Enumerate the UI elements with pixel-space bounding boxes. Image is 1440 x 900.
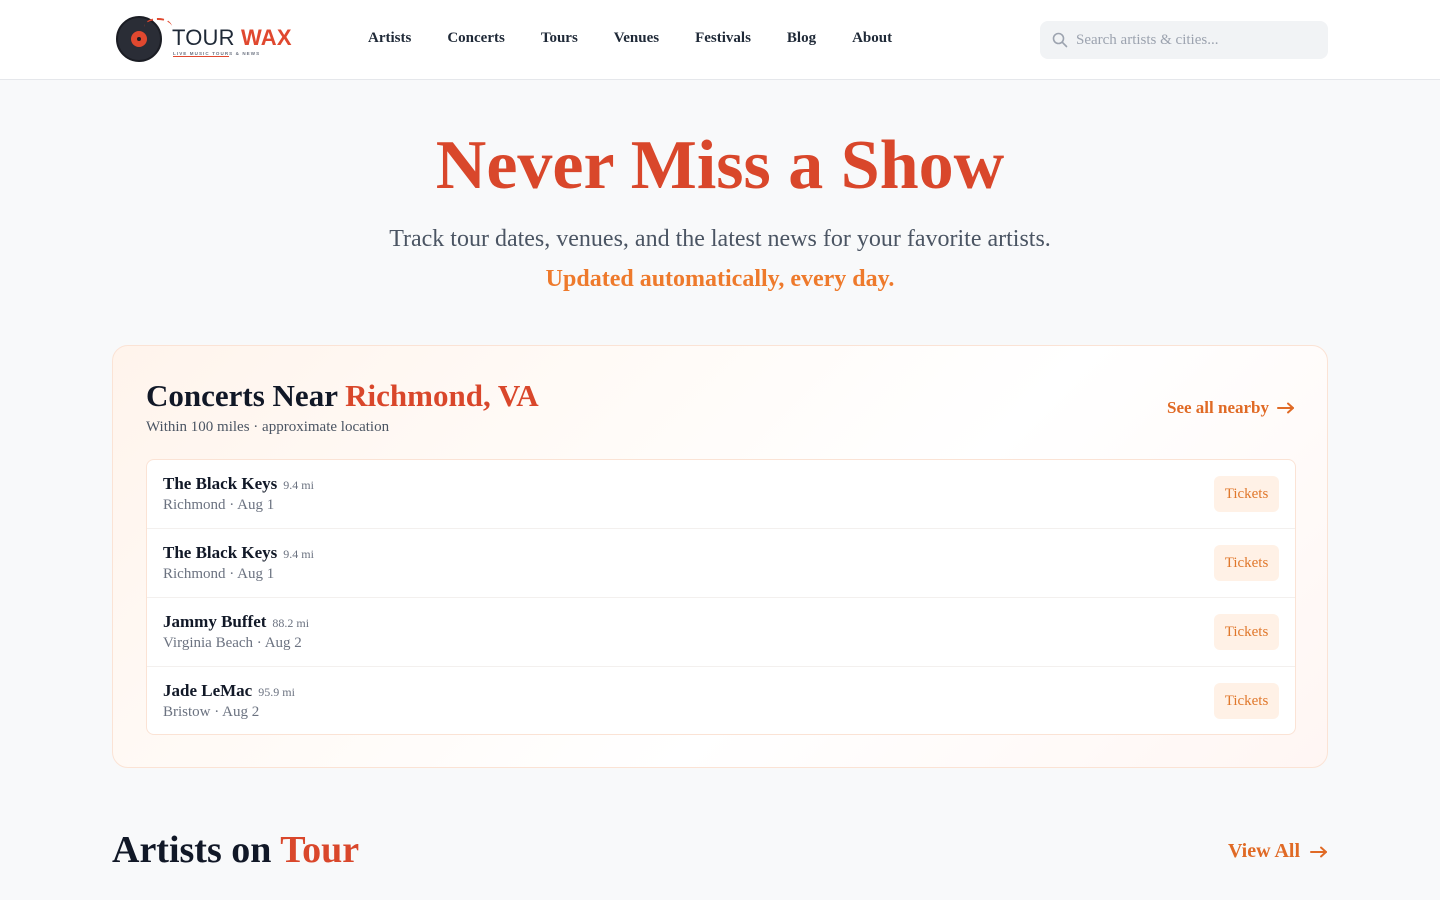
nav-item-tours[interactable]: Tours xyxy=(541,30,578,47)
nav-item-blog[interactable]: Blog xyxy=(787,30,816,47)
artist-name: The Black Keys xyxy=(163,543,278,562)
artists-title-accent: Tour xyxy=(280,829,360,871)
brand-name-part2: WAX xyxy=(241,25,292,50)
search-input[interactable] xyxy=(1076,21,1316,59)
concert-meta: Richmond · Aug 1 xyxy=(163,497,275,513)
search-box xyxy=(1040,21,1328,59)
hero-tagline: Updated automatically, every day. xyxy=(545,266,895,292)
hero-subtitle: Track tour dates, venues, and the latest… xyxy=(389,226,1051,252)
concert-distance: 9.4 mi xyxy=(283,478,314,492)
nav-item-about[interactable]: About xyxy=(852,30,892,47)
artists-on-tour-title: Artists on Tour xyxy=(112,828,359,872)
artist-name: Jade LeMac xyxy=(163,681,253,700)
brand-underline xyxy=(173,56,229,57)
nav-item-festivals[interactable]: Festivals xyxy=(695,30,751,47)
main-nav: Artists Concerts Tours Venues Festivals … xyxy=(368,30,928,47)
nearby-concerts-card: Concerts Near Richmond, VA Within 100 mi… xyxy=(112,345,1328,768)
view-all-artists-link[interactable]: View All xyxy=(1228,840,1328,863)
concert-row[interactable]: The Black Keys 9.4 mi Richmond · Aug 1 Ti… xyxy=(147,529,1295,598)
tickets-button[interactable]: Tickets xyxy=(1214,614,1279,650)
concert-artist: Jammy Buffet 88.2 mi xyxy=(163,612,309,632)
artist-name: Jammy Buffet xyxy=(163,612,267,631)
concert-distance: 95.9 mi xyxy=(258,685,295,699)
arrow-right-icon xyxy=(1310,846,1327,857)
concert-distance: 9.4 mi xyxy=(283,547,314,561)
nav-item-concerts[interactable]: Concerts xyxy=(447,30,504,47)
nearby-city[interactable]: Richmond, VA xyxy=(345,378,539,413)
site-header: TOUR WAX LIVE MUSIC TOURS & NEWS Artists… xyxy=(0,0,1440,80)
tonearm-icon xyxy=(144,18,172,36)
artist-name: The Black Keys xyxy=(163,474,278,493)
arrow-right-icon xyxy=(1277,402,1294,414)
brand-name: TOUR WAX xyxy=(172,25,292,51)
tickets-button[interactable]: Tickets xyxy=(1214,476,1279,512)
nearby-subtitle: Within 100 miles · approximate location xyxy=(146,419,390,435)
see-all-nearby-link[interactable]: See all nearby xyxy=(1167,398,1295,418)
nav-item-artists[interactable]: Artists xyxy=(368,30,411,47)
concert-meta: Richmond · Aug 1 xyxy=(163,566,275,582)
nav-item-venues[interactable]: Venues xyxy=(614,30,659,47)
concert-row[interactable]: Jammy Buffet 88.2 mi Virginia Beach · Aug… xyxy=(147,598,1295,667)
concert-row[interactable]: The Black Keys 9.4 mi Richmond · Aug 1 Ti… xyxy=(147,460,1295,529)
concert-artist: The Black Keys 9.4 mi xyxy=(163,543,314,563)
concert-row[interactable]: Jade LeMac 95.9 mi Bristow · Aug 2 Ticket… xyxy=(147,667,1295,734)
concert-list: The Black Keys 9.4 mi Richmond · Aug 1 Ti… xyxy=(146,459,1296,735)
search-icon xyxy=(1052,32,1068,48)
tickets-button[interactable]: Tickets xyxy=(1214,683,1279,719)
concert-meta: Virginia Beach · Aug 2 xyxy=(163,635,302,651)
concert-meta: Bristow · Aug 2 xyxy=(163,704,260,720)
brand-name-part1: TOUR xyxy=(172,25,235,50)
artists-title-prefix: Artists on xyxy=(112,829,272,871)
logo[interactable]: TOUR WAX LIVE MUSIC TOURS & NEWS xyxy=(116,14,292,66)
view-all-label: View All xyxy=(1227,840,1300,862)
concert-artist: The Black Keys 9.4 mi xyxy=(163,474,314,494)
hero-title: Never Miss a Show xyxy=(435,127,1005,204)
concert-artist: Jade LeMac 95.9 mi xyxy=(163,681,295,701)
nearby-title-prefix: Concerts Near xyxy=(146,378,338,413)
concert-distance: 88.2 mi xyxy=(272,616,310,630)
see-all-nearby-label: See all nearby xyxy=(1167,398,1269,417)
nearby-title: Concerts Near Richmond, VA xyxy=(146,378,539,414)
tickets-button[interactable]: Tickets xyxy=(1214,545,1279,581)
